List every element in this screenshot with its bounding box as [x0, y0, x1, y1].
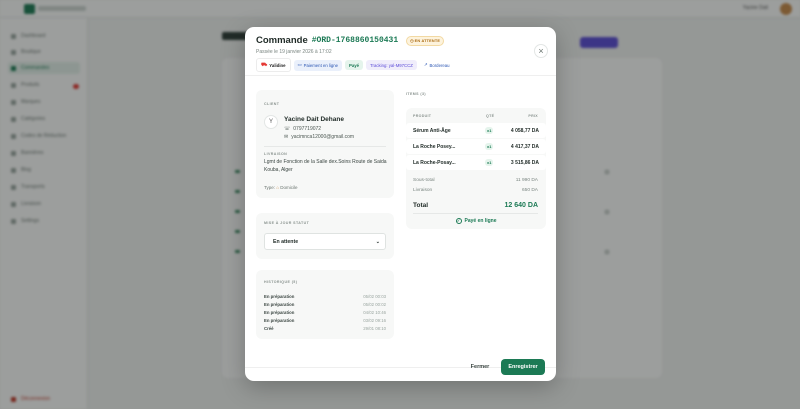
address-section-label: LIVRAISON — [264, 152, 288, 156]
client-section-label: CLIENT — [264, 102, 280, 106]
column-header-price: PRIX — [528, 114, 538, 118]
external-link-icon: ↗ — [423, 62, 428, 67]
item-name: La Roche Posey... — [413, 144, 456, 150]
check-circle-icon: ✓ — [455, 218, 462, 224]
status-section-label: MISE À JOUR STATUT — [264, 221, 310, 225]
history-row: Créé 29/01 08:10 — [264, 326, 386, 331]
history-date: 05/02 00:03 — [363, 294, 386, 299]
table-row: La Roche Posey... x1 4 417,37 DA — [406, 139, 546, 154]
client-avatar: Y — [264, 115, 278, 129]
address-type-label: Type: — [264, 185, 276, 190]
bordereau-link[interactable]: ↗ Bordereau — [420, 60, 454, 71]
paid-chip: Payé — [345, 60, 364, 70]
status-select[interactable]: En attente ⌄ — [264, 233, 386, 250]
subtotal-label: Sous-total — [413, 178, 435, 183]
history-row: En préparation 03/02 09:16 — [264, 318, 386, 323]
item-qty: x1 — [485, 159, 494, 166]
paid-online-status: ✓ Payé en ligne — [406, 218, 546, 224]
bordereau-label: Bordereau — [429, 62, 450, 68]
total-value: 12 640 DA — [504, 202, 538, 209]
item-qty: x1 — [485, 127, 494, 134]
history-date: 05/02 00:02 — [363, 302, 386, 307]
history-status: En préparation — [264, 302, 295, 307]
column-header-product: PRODUIT — [413, 114, 432, 118]
history-card: HISTORIQUE (5) En préparation 05/02 00:03… — [256, 270, 394, 339]
order-chips: ⛟ Yalidine ▭ Paiement en ligne Payé Tracki… — [256, 58, 454, 72]
total-divider — [413, 213, 538, 214]
tracking-chip[interactable]: Tracking: yal-M97CCZ — [366, 60, 417, 70]
items-section-label: ITEMS (3) — [406, 92, 426, 96]
status-card: MISE À JOUR STATUT En attente ⌄ — [256, 213, 394, 259]
history-section-label: HISTORIQUE (5) — [264, 280, 298, 284]
item-price: 4 417,37 DA — [510, 144, 539, 150]
mail-icon: ✉ — [284, 134, 289, 140]
close-icon[interactable]: × — [534, 44, 548, 58]
order-number: #ORD-1768860150431 — [311, 36, 399, 45]
subtotal-value: 11 990 DA — [515, 178, 538, 183]
item-name: La Roche-Posay... — [413, 160, 456, 166]
address-city: Kouba, Alger — [264, 166, 293, 173]
carrier-label: Yalidine — [269, 62, 286, 68]
status-badge-label: EN ATTENTE — [414, 38, 441, 43]
shipping-value: 650 DA — [522, 188, 538, 193]
close-button[interactable]: Fermer — [465, 361, 495, 373]
subtotal-row: Sous-total 11 990 DA — [413, 178, 538, 183]
history-date: 04/02 10:46 — [363, 310, 386, 315]
history-row: En préparation 05/02 00:03 — [264, 294, 386, 299]
history-status: Créé — [264, 326, 274, 331]
phone-icon: ☏ — [284, 126, 291, 132]
history-status: En préparation — [264, 318, 295, 323]
modal-title: Commande — [256, 35, 308, 46]
shipping-address: Lgmt de Fonction de la Salle dex.Soins R… — [264, 159, 388, 175]
payment-label: Paiement en ligne — [303, 62, 339, 68]
home-icon: ⌂ — [276, 185, 279, 190]
client-email[interactable]: ✉ yacimnca12000@gmail.com — [284, 134, 354, 140]
carrier-chip: ⛟ Yalidine — [256, 58, 291, 72]
table-row: La Roche-Posay... x1 3 515,86 DA — [406, 155, 546, 170]
history-row: En préparation 04/02 10:46 — [264, 310, 386, 315]
items-table: PRODUIT QTÉ PRIX Sérum Anti-Âge x1 4 058… — [406, 108, 546, 229]
address-type: Type: ⌂ Domicile — [264, 185, 298, 190]
shipping-label: Livraison — [413, 188, 433, 193]
total-label: Total — [413, 202, 429, 209]
chevron-down-icon: ⌄ — [375, 238, 380, 245]
save-button[interactable]: Enregistrer — [501, 359, 545, 375]
status-select-value: En attente — [273, 238, 299, 245]
client-email-text: yacimnca12000@gmail.com — [291, 134, 355, 140]
table-row: Sérum Anti-Âge x1 4 058,77 DA — [406, 123, 546, 138]
item-qty: x1 — [485, 143, 494, 150]
payment-chip: ▭ Paiement en ligne — [293, 59, 343, 71]
address-type-value: Domicile — [280, 185, 298, 190]
history-date: 03/02 09:16 — [363, 318, 386, 323]
history-date: 29/01 08:10 — [363, 326, 386, 331]
item-price: 3 515,86 DA — [510, 160, 539, 166]
paid-online-label: Payé en ligne — [464, 218, 497, 224]
item-price: 4 058,77 DA — [510, 128, 539, 134]
modal-header: Commande #ORD-1768860150431 ◷ EN ATTENTE … — [256, 35, 545, 55]
item-name: Sérum Anti-Âge — [413, 128, 451, 134]
client-divider — [264, 146, 386, 147]
shipping-row: Livraison 650 DA — [413, 188, 538, 193]
history-row: En préparation 05/02 00:02 — [264, 302, 386, 307]
order-date: Passée le 19 janvier 2026 à 17:02 — [256, 49, 332, 55]
history-status: En préparation — [264, 310, 295, 315]
client-phone-text: 0797719072 — [293, 126, 322, 132]
client-phone[interactable]: ☏ 0797719072 — [284, 126, 321, 132]
client-card: CLIENT Y Yacine Dait Dehane ☏ 0797719072 … — [256, 90, 394, 198]
column-header-qty: QTÉ — [486, 114, 495, 118]
header-divider — [245, 75, 556, 76]
clock-icon: ◷ — [410, 39, 414, 43]
card-icon: ▭ — [297, 62, 302, 67]
total-row: Total 12 640 DA — [413, 202, 538, 209]
address-line: Lgmt de Fonction de la Salle dex.Soins R… — [264, 159, 387, 165]
status-badge: ◷ EN ATTENTE — [406, 35, 445, 46]
carrier-logo-icon: ⛟ — [261, 61, 268, 68]
history-status: En préparation — [264, 294, 295, 299]
client-name: Yacine Dait Dehane — [284, 116, 344, 123]
